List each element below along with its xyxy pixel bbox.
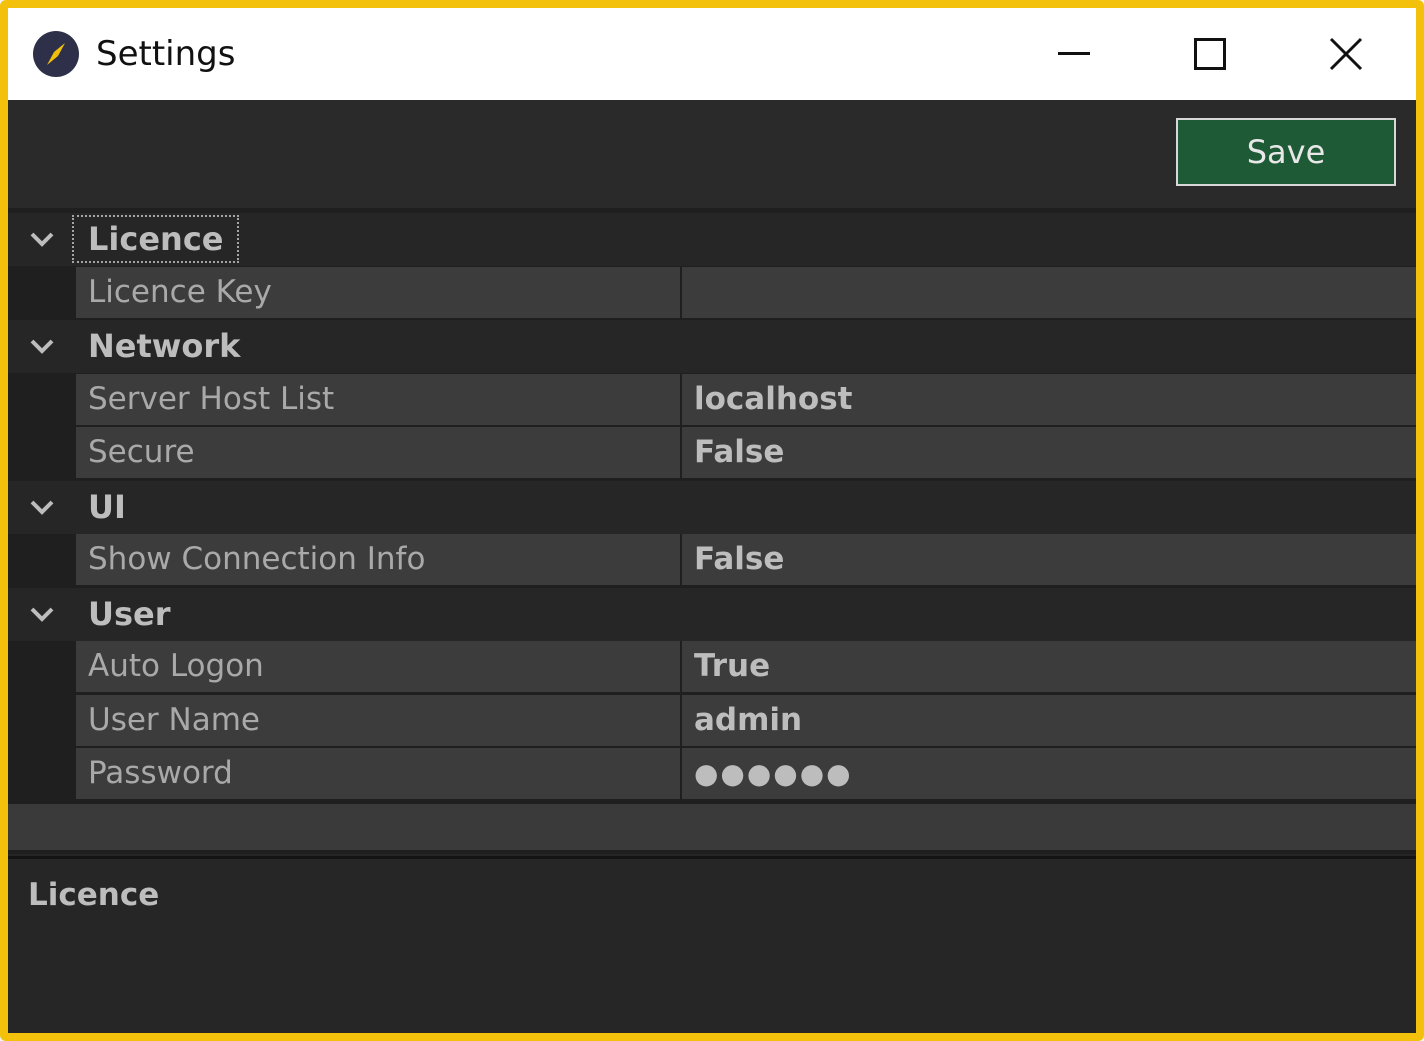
category-ui[interactable]: UI [8, 481, 1416, 534]
property-row-show-connection-info[interactable]: Show Connection Info False [8, 534, 1416, 587]
property-row-server-host-list[interactable]: Server Host List localhost [8, 374, 1416, 427]
property-value[interactable]: admin [682, 695, 1416, 746]
category-label: Network [88, 327, 241, 365]
chevron-down-icon[interactable] [26, 332, 58, 360]
property-row-secure[interactable]: Secure False [8, 427, 1416, 480]
settings-window: Settings Save Licence Licence Key Networ… [0, 0, 1424, 1041]
category-network[interactable]: Network [8, 320, 1416, 373]
property-name: Secure [76, 427, 680, 478]
chevron-down-icon[interactable] [26, 493, 58, 521]
property-value[interactable]: True [682, 641, 1416, 692]
description-title: Licence [28, 877, 160, 913]
property-value[interactable] [682, 267, 1416, 318]
category-user[interactable]: User [8, 588, 1416, 641]
password-value[interactable]: ●●●●●● [682, 748, 1416, 799]
property-name: Licence Key [76, 267, 680, 318]
property-grid: Licence Licence Key Network Server Host … [8, 208, 1416, 854]
category-label: UI [88, 488, 126, 526]
property-name: Show Connection Info [76, 534, 680, 585]
property-row-password[interactable]: Password ●●●●●● [8, 748, 1416, 801]
grid-empty-area [8, 804, 1416, 850]
property-name: Auto Logon [76, 641, 680, 692]
category-label: Licence [71, 215, 240, 263]
window-title: Settings [96, 34, 236, 74]
toolbar: Save [8, 100, 1416, 208]
close-icon [1329, 37, 1363, 71]
chevron-down-icon[interactable] [26, 600, 58, 628]
maximize-button[interactable] [1142, 8, 1278, 100]
property-row-auto-logon[interactable]: Auto Logon True [8, 641, 1416, 694]
compass-icon [33, 31, 79, 77]
description-pane: Licence [8, 856, 1416, 1033]
save-button[interactable]: Save [1176, 118, 1396, 186]
category-label: User [88, 595, 171, 633]
category-licence[interactable]: Licence [8, 213, 1416, 266]
property-name: Password [76, 748, 680, 799]
property-name: Server Host List [76, 374, 680, 425]
title-bar: Settings [8, 8, 1416, 100]
property-value[interactable]: False [682, 534, 1416, 585]
chevron-down-icon[interactable] [26, 225, 58, 253]
property-row-licence-key[interactable]: Licence Key [8, 267, 1416, 320]
minimize-icon [1058, 52, 1090, 55]
minimize-button[interactable] [1006, 8, 1142, 100]
maximize-icon [1194, 38, 1226, 70]
property-row-user-name[interactable]: User Name admin [8, 695, 1416, 748]
property-value[interactable]: False [682, 427, 1416, 478]
property-value[interactable]: localhost [682, 374, 1416, 425]
property-name: User Name [76, 695, 680, 746]
close-button[interactable] [1278, 8, 1414, 100]
